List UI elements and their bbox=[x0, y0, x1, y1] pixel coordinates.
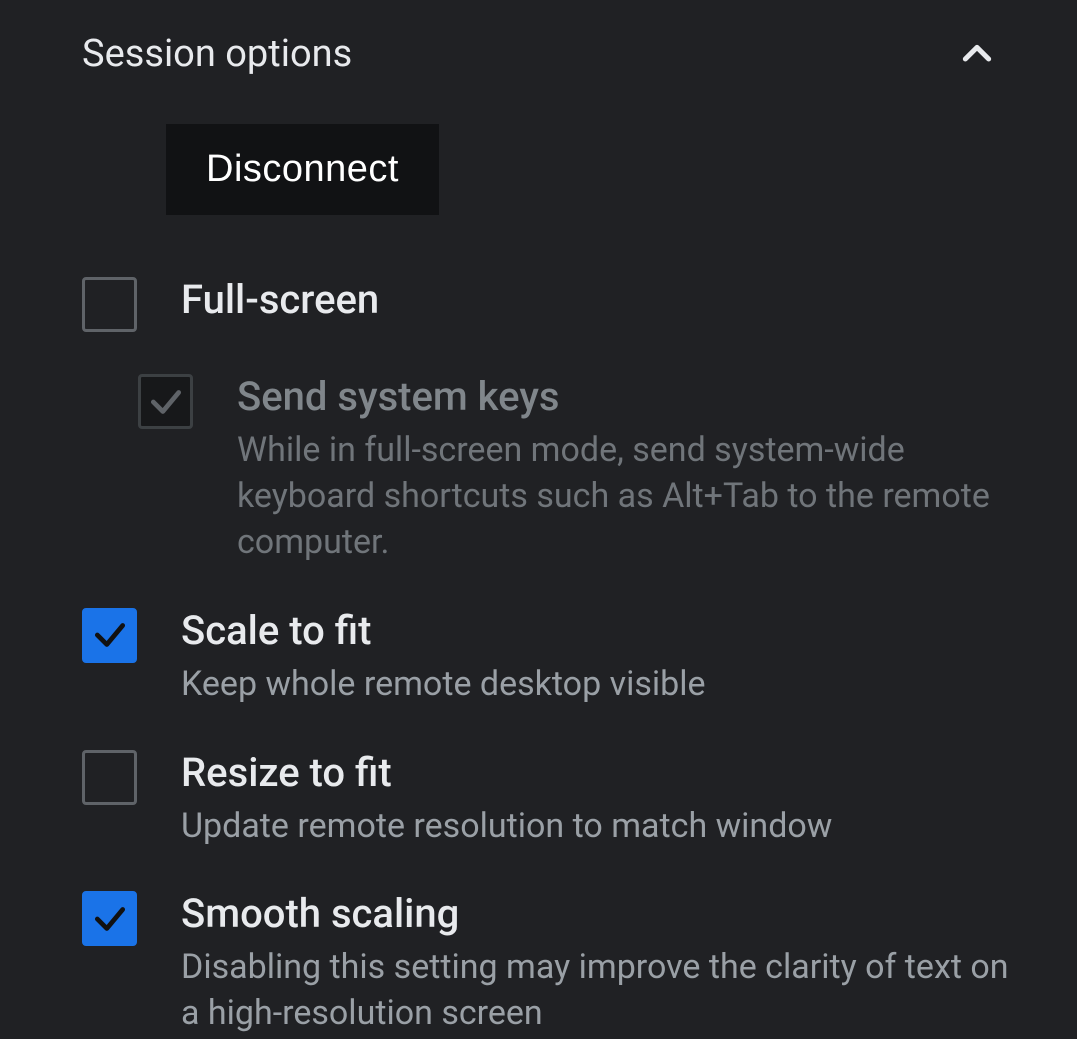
smooth-scaling-desc: Disabling this setting may improve the c… bbox=[181, 945, 1017, 1037]
resize-to-fit-text: Resize to fit Update remote resolution t… bbox=[181, 748, 1037, 850]
disconnect-row: Disconnect bbox=[82, 124, 1037, 215]
session-options-panel: Session options Disconnect Full-screen S… bbox=[0, 0, 1077, 1039]
scale-to-fit-desc: Keep whole remote desktop visible bbox=[181, 662, 1017, 708]
resize-to-fit-desc: Update remote resolution to match window bbox=[181, 804, 1017, 850]
send-system-keys-label: Send system keys bbox=[237, 372, 1017, 422]
fullscreen-text: Full-screen bbox=[181, 275, 1037, 325]
option-smooth-scaling: Smooth scaling Disabling this setting ma… bbox=[82, 889, 1037, 1037]
scale-to-fit-checkbox[interactable] bbox=[82, 608, 137, 663]
resize-to-fit-label: Resize to fit bbox=[181, 748, 1017, 798]
send-system-keys-desc: While in full-screen mode, send system-w… bbox=[237, 428, 1017, 566]
option-resize-to-fit: Resize to fit Update remote resolution t… bbox=[82, 748, 1037, 850]
send-system-keys-checkbox bbox=[138, 374, 193, 429]
option-scale-to-fit: Scale to fit Keep whole remote desktop v… bbox=[82, 606, 1037, 708]
chevron-up-icon bbox=[953, 30, 1001, 78]
fullscreen-label: Full-screen bbox=[181, 275, 1017, 325]
resize-to-fit-checkbox[interactable] bbox=[82, 750, 137, 805]
session-options-header[interactable]: Session options bbox=[82, 30, 1037, 78]
scale-to-fit-label: Scale to fit bbox=[181, 606, 1017, 656]
option-fullscreen: Full-screen bbox=[82, 275, 1037, 332]
smooth-scaling-label: Smooth scaling bbox=[181, 889, 1017, 939]
session-options-title: Session options bbox=[82, 32, 352, 76]
scale-to-fit-text: Scale to fit Keep whole remote desktop v… bbox=[181, 606, 1037, 708]
smooth-scaling-text: Smooth scaling Disabling this setting ma… bbox=[181, 889, 1037, 1037]
fullscreen-checkbox[interactable] bbox=[82, 277, 137, 332]
option-send-system-keys: Send system keys While in full-screen mo… bbox=[82, 372, 1037, 566]
send-system-keys-text: Send system keys While in full-screen mo… bbox=[237, 372, 1037, 566]
smooth-scaling-checkbox[interactable] bbox=[82, 891, 137, 946]
disconnect-button[interactable]: Disconnect bbox=[166, 124, 439, 215]
